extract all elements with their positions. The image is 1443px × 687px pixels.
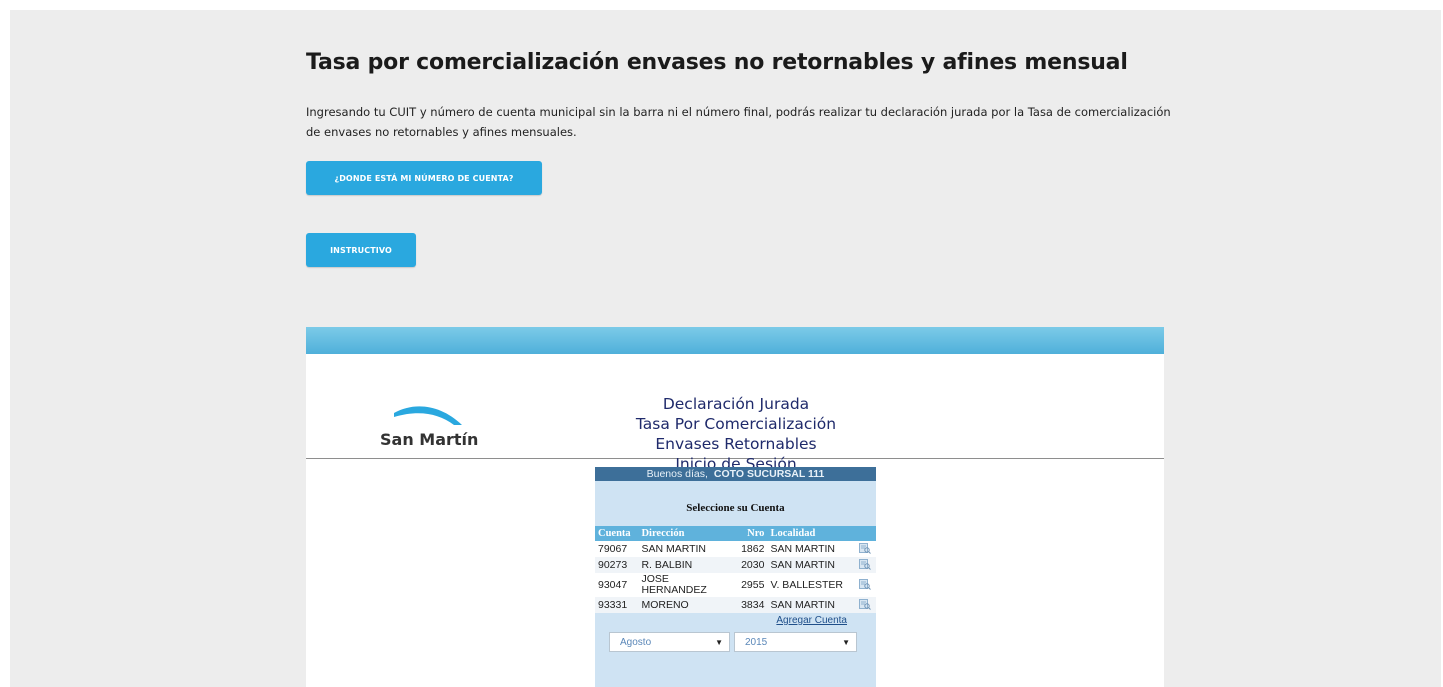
embedded-declaration-frame: San Martín Declaración Jurada Tasa Por C…: [306, 327, 1164, 687]
cell-cuenta: 90273: [595, 557, 639, 573]
year-select[interactable]: 2015 ▼: [734, 632, 857, 652]
cell-cuenta: 93331: [595, 597, 639, 613]
view-account-icon[interactable]: [858, 599, 871, 611]
column-header-cuenta: Cuenta: [595, 526, 639, 541]
select-account-title: Seleccione su Cuenta: [686, 502, 785, 514]
frame-header: San Martín Declaración Jurada Tasa Por C…: [306, 354, 1164, 473]
table-row[interactable]: 90273 R. BALBIN 2030 SAN MARTIN: [595, 557, 876, 573]
cell-localidad: SAN MARTIN: [767, 597, 856, 613]
year-dropdown-arrow-icon: ▼: [842, 638, 850, 647]
year-select-value: 2015: [745, 637, 768, 648]
table-row[interactable]: 79067 SAN MARTIN 1862 SAN MARTIN: [595, 541, 876, 557]
cell-cuenta: 79067: [595, 541, 639, 557]
where-is-account-number-button[interactable]: ¿DONDE ESTÁ MI NÚMERO DE CUENTA?: [306, 161, 542, 195]
view-account-icon[interactable]: [858, 543, 871, 555]
cell-localidad: SAN MARTIN: [767, 557, 856, 573]
column-header-action: [855, 526, 876, 541]
account-selection-panel: Buenos días, COTO SUCURSAL 111 Seleccione…: [595, 467, 876, 687]
intro-text: Ingresando tu CUIT y número de cuenta mu…: [306, 105, 1171, 139]
cell-nro: 1862: [734, 541, 768, 557]
cell-localidad: V. BALLESTER: [767, 573, 856, 597]
frame-heading: Declaración Jurada Tasa Por Comercializa…: [546, 394, 926, 474]
add-account-link[interactable]: Agregar Cuenta: [595, 615, 876, 626]
cell-direccion: MORENO: [638, 597, 735, 613]
table-row[interactable]: 93047 JOSE HERNANDEZ 2955 V. BALLESTER: [595, 573, 876, 597]
cell-nro: 2030: [734, 557, 768, 573]
cell-action: [855, 541, 876, 557]
cell-action: [855, 597, 876, 613]
cell-action: [855, 573, 876, 597]
san-martin-logo-icon: [394, 406, 462, 425]
cell-direccion: SAN MARTIN: [638, 541, 735, 557]
period-selectors: Agosto ▼ 2015 ▼: [595, 632, 876, 652]
greeting-bar: Buenos días, COTO SUCURSAL 111: [595, 467, 876, 481]
greeting-text: Buenos días,: [646, 468, 708, 480]
table-row[interactable]: 93331 MORENO 3834 SAN MARTIN: [595, 597, 876, 613]
view-account-icon[interactable]: [858, 559, 871, 571]
column-header-nro: Nro: [734, 526, 768, 541]
cell-direccion: R. BALBIN: [638, 557, 735, 573]
month-dropdown-arrow-icon: ▼: [715, 638, 723, 647]
cell-localidad: SAN MARTIN: [767, 541, 856, 557]
month-select[interactable]: Agosto ▼: [609, 632, 730, 652]
cell-nro: 2955: [734, 573, 768, 597]
table-header-row: Cuenta Dirección Nro Localidad: [595, 526, 876, 541]
accounts-table: Cuenta Dirección Nro Localidad 79067 SAN…: [595, 526, 876, 613]
column-header-direccion: Dirección: [638, 526, 735, 541]
page-title: Tasa por comercialización envases no ret…: [306, 50, 1128, 75]
user-name: COTO SUCURSAL 111: [713, 468, 825, 480]
cell-nro: 3834: [734, 597, 768, 613]
instructivo-button[interactable]: INSTRUCTIVO: [306, 233, 416, 267]
heading-line-3: Envases Retornables: [655, 435, 817, 453]
view-account-icon[interactable]: [858, 579, 871, 591]
cell-direccion: JOSE HERNANDEZ: [638, 573, 735, 597]
heading-line-1: Declaración Jurada: [662, 395, 810, 413]
cell-cuenta: 93047: [595, 573, 639, 597]
frame-top-bar: [306, 327, 1164, 354]
column-header-localidad: Localidad: [767, 526, 856, 541]
month-select-value: Agosto: [620, 637, 652, 648]
cell-action: [855, 557, 876, 573]
heading-line-2: Tasa Por Comercialización: [635, 415, 837, 433]
logo-text: San Martín: [380, 430, 479, 449]
